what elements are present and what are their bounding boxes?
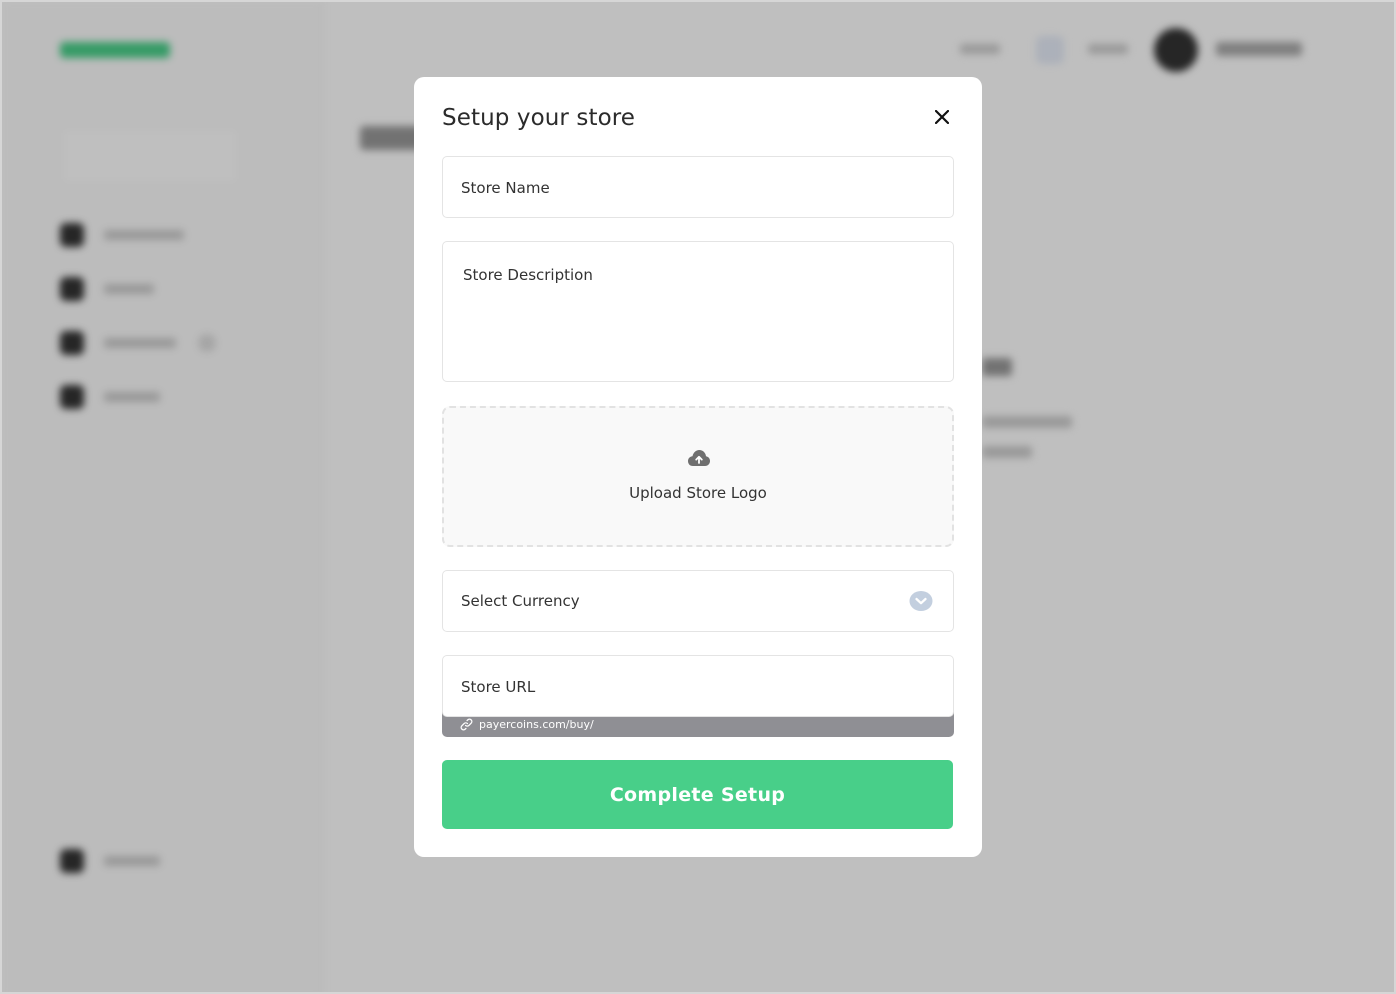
complete-setup-button[interactable]: Complete Setup: [442, 760, 953, 829]
store-name-field: [442, 156, 954, 218]
chevron-down-icon[interactable]: [909, 590, 933, 612]
link-icon: [460, 718, 473, 731]
cloud-upload-icon: [688, 450, 710, 466]
currency-select[interactable]: Select Currency: [442, 570, 954, 632]
currency-select-label: Select Currency: [461, 592, 580, 610]
store-description-input[interactable]: [463, 266, 933, 366]
store-name-input[interactable]: [461, 177, 931, 199]
close-icon: [935, 110, 949, 124]
store-url-input[interactable]: [461, 676, 931, 698]
upload-logo-label: Upload Store Logo: [629, 484, 767, 502]
store-url-group: payercoins.com/buy/: [442, 655, 954, 737]
store-description-field: [442, 241, 954, 382]
url-prefix: payercoins.com/buy/: [460, 718, 594, 731]
store-url-field: [442, 655, 954, 717]
close-button[interactable]: [930, 105, 954, 129]
upload-logo-dropzone[interactable]: Upload Store Logo: [442, 406, 954, 547]
url-prefix-text: payercoins.com/buy/: [479, 718, 594, 731]
app-window: Setup your store Upload Store Logo Selec…: [0, 0, 1396, 994]
modal-title: Setup your store: [442, 105, 636, 131]
setup-store-modal: Setup your store Upload Store Logo Selec…: [414, 77, 982, 857]
